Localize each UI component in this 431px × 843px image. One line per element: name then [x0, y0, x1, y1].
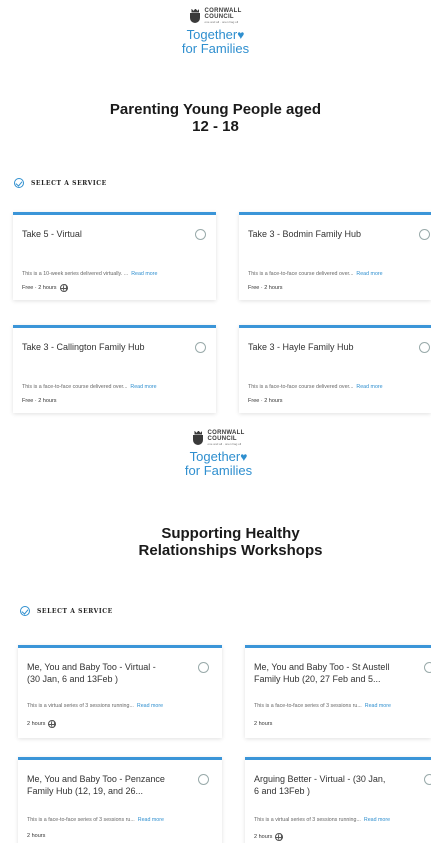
service-card[interactable]: Me, You and Baby Too - Penzance Family H… [18, 757, 222, 843]
service-card-description: This is a face-to-face course delivered … [22, 384, 157, 390]
select-service-heading: SELECT A SERVICE [20, 606, 113, 616]
council-tagline: one and all · onen hag oll [207, 442, 242, 446]
council-tagline: one and all · onen hag oll [204, 20, 239, 24]
service-card-meta: Free · 2 hours [22, 284, 68, 292]
service-card-title: Arguing Better - Virtual - (30 Jan, 6 an… [254, 774, 386, 796]
check-circle-icon [20, 606, 30, 616]
service-card-meta: Free · 2 hours [248, 285, 283, 291]
service-card-title: Take 3 - Callington Family Hub [22, 342, 145, 352]
radio-button[interactable] [424, 774, 431, 785]
service-card-meta: 2 hours [27, 720, 57, 728]
service-card[interactable]: Take 5 - Virtual This is a 10-week serie… [13, 212, 216, 300]
read-more-link[interactable]: Read more [138, 817, 164, 823]
radio-button[interactable] [198, 774, 209, 785]
service-card[interactable]: Me, You and Baby Too - Virtual - (30 Jan… [18, 645, 222, 738]
together-for-families-logo: Together♥ for Families [163, 450, 274, 478]
section-title: Parenting Young People aged 12 - 18 [0, 101, 431, 135]
program-name-line2: for Families [184, 463, 253, 478]
read-more-link[interactable]: Read more [130, 384, 156, 390]
globe-icon [275, 833, 284, 841]
service-card-title: Take 5 - Virtual [22, 229, 82, 239]
service-card-title: Me, You and Baby Too - Virtual - (30 Jan… [27, 662, 156, 684]
service-card-description: This is a virtual series of 3 sessions r… [27, 703, 164, 709]
select-service-label: SELECT A SERVICE [31, 179, 107, 187]
globe-icon [59, 284, 68, 292]
service-card-description: This is a 10-week series delivered virtu… [22, 271, 158, 277]
crest-icon [189, 8, 201, 24]
section-title-line1: Supporting Healthy [161, 525, 300, 542]
section-title-line1: Parenting Young People aged [109, 101, 322, 118]
brand-logo: CORNWALL COUNCIL one and all · onen hag … [163, 430, 274, 478]
read-more-link[interactable]: Read more [356, 271, 382, 277]
service-card-title: Take 3 - Hayle Family Hub [248, 342, 354, 352]
service-card-meta: 2 hours [254, 833, 284, 841]
read-more-link[interactable]: Read more [365, 703, 391, 709]
program-name-line1: Together [189, 449, 241, 464]
check-circle-icon [14, 178, 24, 188]
cornwall-council-logo: CORNWALL COUNCIL one and all · onen hag … [160, 8, 271, 24]
radio-button[interactable] [195, 342, 206, 353]
service-card-title: Me, You and Baby Too - Penzance Family H… [27, 774, 165, 796]
service-card[interactable]: Arguing Better - Virtual - (30 Jan, 6 an… [245, 757, 431, 843]
service-card-title: Me, You and Baby Too - St Austell Family… [254, 662, 390, 684]
service-card[interactable]: Take 3 - Callington Family Hub This is a… [13, 325, 216, 413]
section-title-line2: 12 - 18 [192, 118, 239, 135]
crest-icon [192, 430, 204, 446]
read-more-link[interactable]: Read more [356, 384, 382, 390]
service-card-meta: Free · 2 hours [22, 398, 57, 404]
service-card-description: This is a face-to-face course delivered … [248, 271, 383, 277]
service-card-meta: 2 hours [27, 833, 46, 839]
service-card[interactable]: Me, You and Baby Too - St Austell Family… [245, 645, 431, 738]
service-card-description: This is a virtual series of 3 sessions r… [254, 817, 391, 823]
service-card-meta: Free · 2 hours [248, 398, 283, 404]
heart-icon: ♥ [240, 450, 248, 464]
globe-icon [48, 720, 57, 728]
read-more-link[interactable]: Read more [364, 817, 390, 823]
heart-icon: ♥ [237, 28, 245, 42]
read-more-link[interactable]: Read more [137, 703, 163, 709]
cornwall-council-logo: CORNWALL COUNCIL one and all · onen hag … [163, 430, 274, 446]
radio-button[interactable] [419, 342, 430, 353]
program-name-line2: for Families [181, 41, 250, 56]
select-service-label: SELECT A SERVICE [37, 607, 113, 615]
section-title: Supporting Healthy Relationships Worksho… [15, 525, 431, 559]
radio-button[interactable] [419, 229, 430, 240]
section-title-line2: Relationships Workshops [138, 542, 323, 559]
program-name-line1: Together [186, 27, 238, 42]
service-card-description: This is a face-to-face series of 3 sessi… [27, 817, 164, 823]
service-card[interactable]: Take 3 - Hayle Family Hub This is a face… [239, 325, 431, 413]
together-for-families-logo: Together♥ for Families [160, 28, 271, 56]
service-card-description: This is a face-to-face series of 3 sessi… [254, 703, 391, 709]
service-card-title: Take 3 - Bodmin Family Hub [248, 229, 362, 239]
radio-button[interactable] [424, 662, 431, 673]
read-more-link[interactable]: Read more [131, 271, 157, 277]
radio-button[interactable] [195, 229, 206, 240]
service-card-meta: 2 hours [254, 721, 273, 727]
service-card[interactable]: Take 3 - Bodmin Family Hub This is a fac… [239, 212, 431, 300]
select-service-heading: SELECT A SERVICE [14, 178, 107, 188]
radio-button[interactable] [198, 662, 209, 673]
service-card-description: This is a face-to-face course delivered … [248, 384, 383, 390]
brand-logo: CORNWALL COUNCIL one and all · onen hag … [160, 8, 271, 56]
